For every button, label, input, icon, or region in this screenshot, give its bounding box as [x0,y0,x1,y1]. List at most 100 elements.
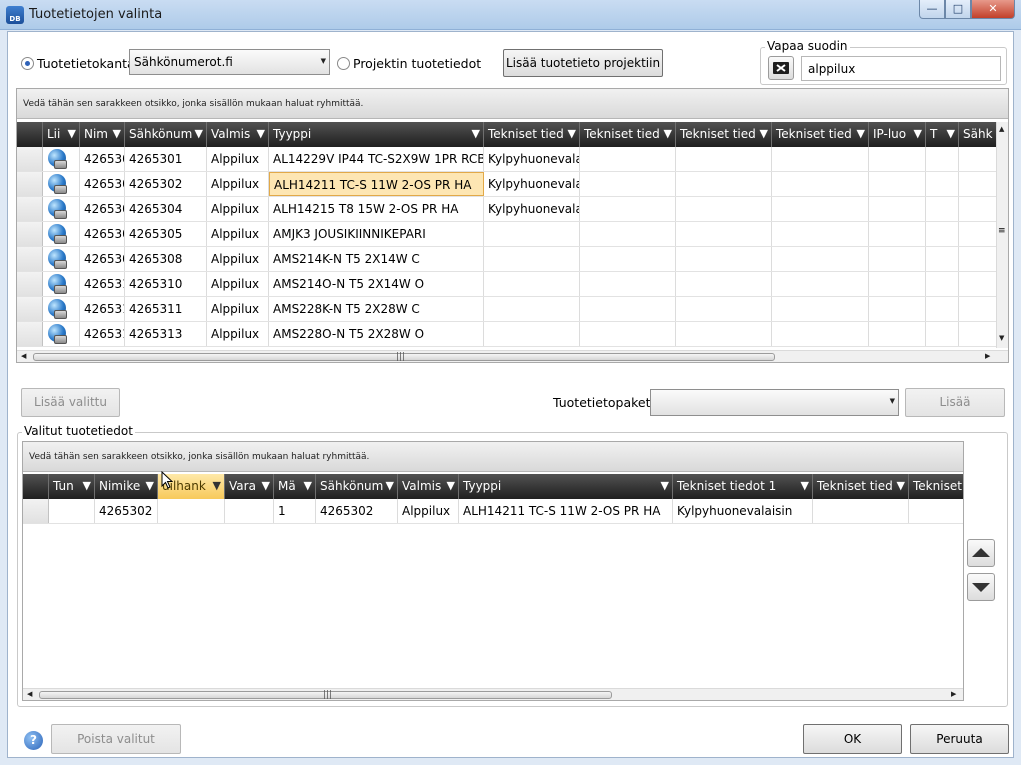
cell-tekniset-1[interactable] [484,247,580,271]
row-selector[interactable] [17,172,43,196]
cell-ip-luokka[interactable] [869,297,926,321]
column-header-nimike[interactable]: Nim ▼ [80,122,125,147]
cell-tekniset-3[interactable] [676,172,772,196]
cell-t[interactable] [926,247,959,271]
filter-funnel-icon[interactable]: ▼ [664,127,672,140]
add-package-button[interactable]: Lisää [905,388,1005,417]
free-filter-input[interactable]: alppilux [801,56,1001,81]
cell-tekniset-1[interactable]: Kylpyhuonevalais [484,197,580,221]
cell-t[interactable] [926,197,959,221]
cell-tyyppi[interactable]: AMJK3 JOUSIKIINNIKEPARI [269,222,484,246]
cell-ip-luokka[interactable] [869,222,926,246]
add-to-project-button[interactable]: Lisää tuotetieto projektiin [503,49,663,77]
filter-funnel-icon[interactable]: ▼ [760,127,768,140]
cell-nimike[interactable]: 426530 [80,172,125,196]
cell-tekniset-1[interactable] [484,322,580,346]
remove-selected-button[interactable]: Poista valitut [51,724,181,754]
cell-sahkonumero[interactable]: 4265310 [125,272,207,296]
selected-grid-hscrollbar[interactable]: ◀ ||| ▶ [23,688,963,700]
column-header-t[interactable]: T ▼ [926,122,959,147]
table-row[interactable]: 426531 4265311 Alppilux AMS228K-N T5 2X2… [17,297,997,322]
cell-sahk[interactable] [959,247,997,271]
table-row[interactable]: 426530 4265305 Alppilux AMJK3 JOUSIKIINN… [17,222,997,247]
column-header-tekniset-2[interactable]: Tekniset tied ▼ [813,474,909,499]
column-header-lii[interactable]: Lii ▼ [43,122,80,147]
scroll-left-icon[interactable]: ◀ [21,352,26,360]
cell-tekniset-4[interactable] [772,197,869,221]
cell-tekniset-2[interactable] [580,147,676,171]
cell-valmistaja[interactable]: Alppilux [207,322,269,346]
cell-maara[interactable]: 1 [274,499,316,523]
cell-tekniset-4[interactable] [772,172,869,196]
row-selector[interactable] [23,499,49,523]
cell-tekniset-2[interactable] [580,172,676,196]
column-header-valmistaja[interactable]: Valmis ▼ [207,122,269,147]
cell-tekniset-2[interactable] [580,272,676,296]
cell-valmistaja[interactable]: Alppilux [207,147,269,171]
cell-tekniset-1[interactable]: Kylpyhuonevalais [484,172,580,196]
column-header-tyyppi[interactable]: Tyyppi ▼ [269,122,484,147]
cell-valmistaja[interactable]: Alppilux [207,222,269,246]
filter-funnel-icon[interactable]: ▼ [213,479,221,492]
scroll-right-icon[interactable]: ▶ [951,690,956,698]
cell-tekniset-3[interactable] [676,222,772,246]
radio-product-database[interactable] [21,57,34,70]
maximize-button[interactable]: □ [945,0,971,19]
database-combo[interactable]: Sähkönumerot.fi ▼ [129,49,330,75]
scroll-grip-icon[interactable]: ≡ [998,226,1006,236]
cell-tekniset-1[interactable] [484,272,580,296]
scroll-up-icon[interactable]: ▲ [999,125,1004,133]
cell-tyyppi[interactable]: ALH14211 TC-S 11W 2-OS PR HA [459,499,673,523]
clear-filter-button[interactable] [768,56,794,80]
cell-ip-luokka[interactable] [869,197,926,221]
column-header-tyyppi[interactable]: Tyyppi ▼ [459,474,673,499]
row-selector[interactable] [17,272,43,296]
cell-sahkonumero[interactable]: 4265302 [316,499,398,523]
group-by-panel[interactable]: Vedä tähän sen sarakkeen otsikko, jonka … [23,442,963,472]
table-row[interactable]: 4265302 1 4265302 Alppilux ALH14211 TC-S… [23,499,963,524]
cell-tekniset-1[interactable] [484,297,580,321]
filter-funnel-icon[interactable]: ▼ [68,127,76,140]
filter-funnel-icon[interactable]: ▼ [113,127,121,140]
move-down-button[interactable] [967,573,995,601]
cell-tekniset-3[interactable] [676,322,772,346]
cancel-button[interactable]: Peruuta [910,724,1009,754]
cell-sahk[interactable] [959,297,997,321]
filter-funnel-icon[interactable]: ▼ [262,479,270,492]
group-by-panel[interactable]: Vedä tähän sen sarakkeen otsikko, jonka … [17,89,1008,119]
cell-sahk[interactable] [959,272,997,296]
product-grid-vscrollbar[interactable]: ▲ ≡ ▼ [996,122,1008,348]
cell-tyyppi[interactable]: AL14229V IP44 TC-S2X9W 1PR RCB [269,147,484,171]
cell-nimike[interactable]: 4265302 [95,499,158,523]
column-header-tekniset-1[interactable]: Tekniset tied ▼ [484,122,580,147]
cell-sahk[interactable] [959,172,997,196]
column-header-tekniset-4[interactable]: Tekniset tied ▼ [772,122,869,147]
column-header-tekniset-3[interactable]: Tekniset [909,474,963,499]
scroll-thumb[interactable]: ||| [39,690,612,700]
scroll-thumb[interactable]: ||| [33,352,775,362]
row-selector[interactable] [17,322,43,346]
cell-valmistaja[interactable]: Alppilux [398,499,459,523]
table-row[interactable]: 426530 4265301 Alppilux AL14229V IP44 TC… [17,147,997,172]
cell-nimike[interactable]: 426530 [80,147,125,171]
move-up-button[interactable] [967,539,995,567]
row-selector[interactable] [17,297,43,321]
table-row[interactable]: 426531 4265313 Alppilux AMS228O-N T5 2X2… [17,322,997,347]
cell-tyyppi[interactable]: ALH14215 T8 15W 2-OS PR HA [269,197,484,221]
cell-ip-luokka[interactable] [869,172,926,196]
cell-t[interactable] [926,147,959,171]
cell-tekniset-2[interactable] [580,297,676,321]
filter-funnel-icon[interactable]: ▼ [947,127,955,140]
filter-funnel-icon[interactable]: ▼ [914,127,922,140]
cell-tekniset-4[interactable] [772,247,869,271]
column-header-vara[interactable]: Vara ▼ [225,474,274,499]
cell-ip-luokka[interactable] [869,247,926,271]
scroll-right-icon[interactable]: ▶ [985,352,990,360]
filter-funnel-icon[interactable]: ▼ [661,479,669,492]
cell-tyyppi-selected[interactable]: ALH14211 TC-S 11W 2-OS PR HA [269,172,484,196]
filter-funnel-icon[interactable]: ▼ [195,127,203,140]
filter-funnel-icon[interactable]: ▼ [801,479,809,492]
cell-t[interactable] [926,322,959,346]
cell-tekniset-1[interactable]: Kylpyhuonevalais [484,147,580,171]
row-selector[interactable] [17,147,43,171]
